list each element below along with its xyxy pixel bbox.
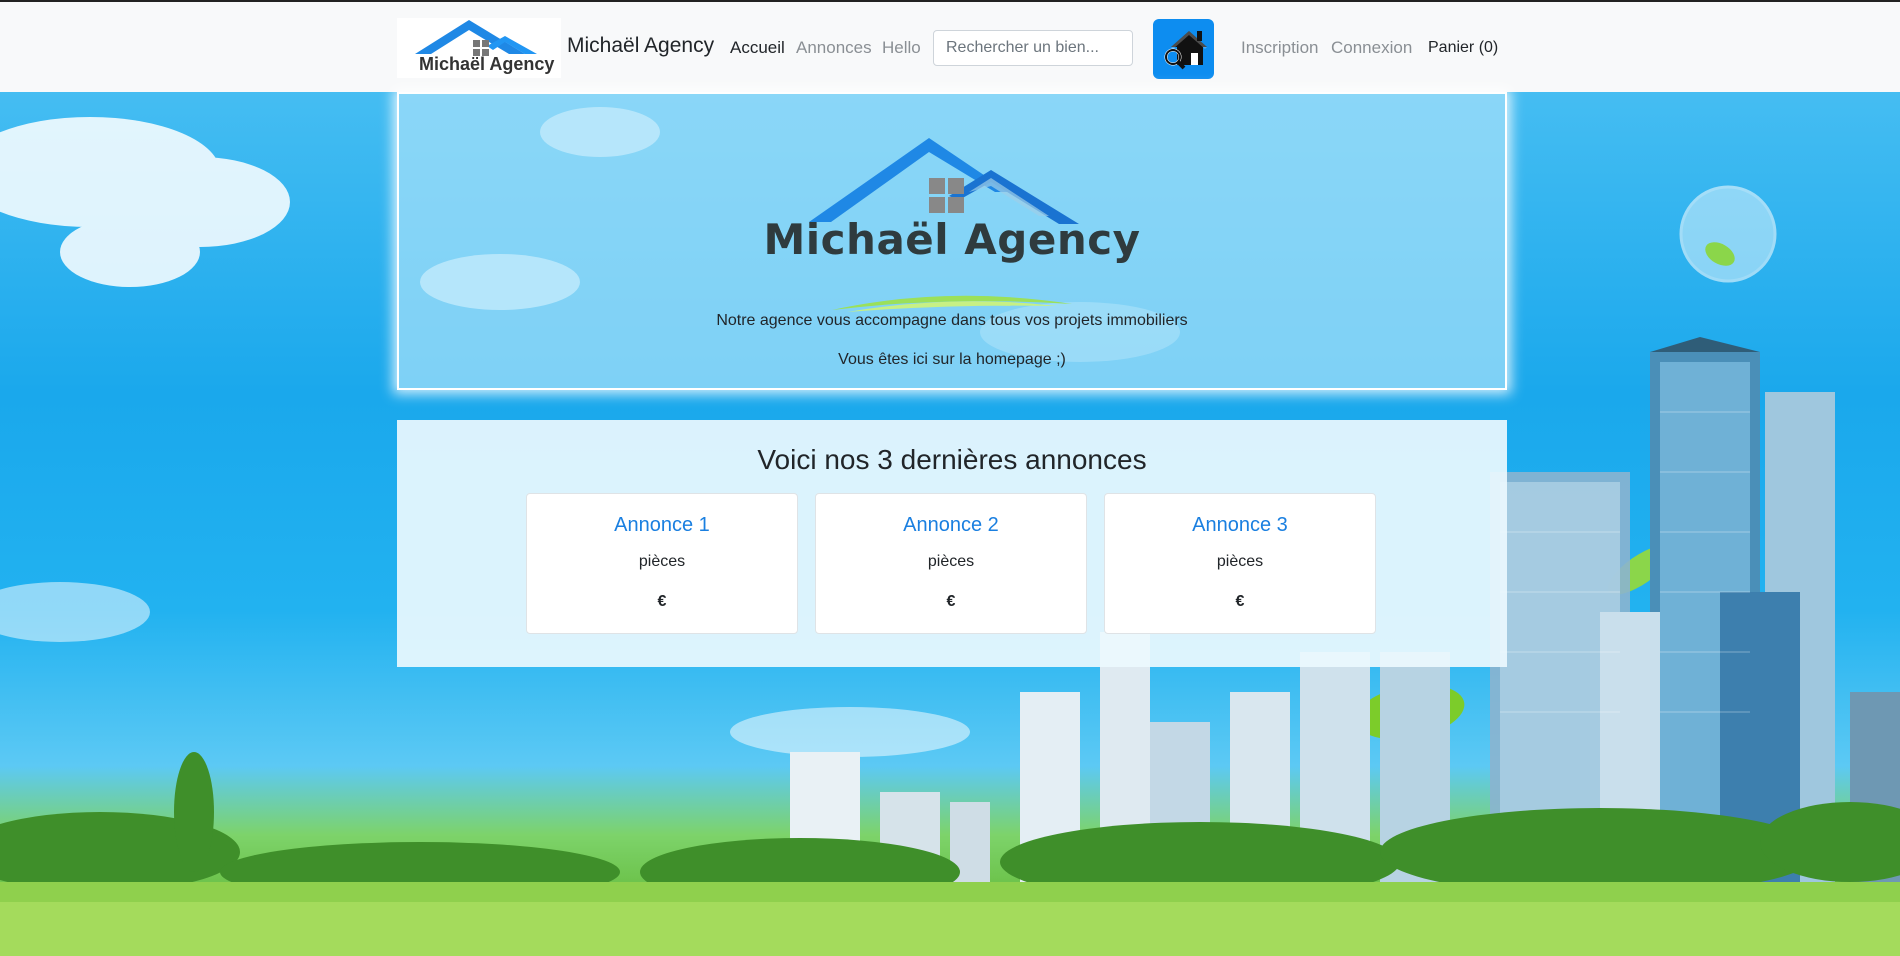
listing-card-rooms: pièces <box>638 553 686 570</box>
search-button[interactable] <box>1153 19 1214 79</box>
house-search-icon <box>1164 31 1207 70</box>
listing-card[interactable]: Annonce 2 pièces € <box>815 493 1087 634</box>
listing-card-price: € <box>657 593 667 610</box>
listing-card-title[interactable]: Annonce 1 <box>527 514 797 537</box>
brand-name[interactable]: Michaël Agency <box>567 34 714 58</box>
jumbotron-title: Michaël Agency <box>763 215 1141 264</box>
nav-link-cart[interactable]: Panier (0) <box>1428 39 1498 57</box>
nav-link-listings[interactable]: Annonces <box>796 38 872 58</box>
jumbotron-tagline: Notre agence vous accompagne dans tous v… <box>716 312 1188 329</box>
latest-listings-panel: Voici nos 3 dernières annonces Annonce 1… <box>397 420 1507 667</box>
listing-card-title[interactable]: Annonce 2 <box>816 514 1086 537</box>
brand-logo[interactable]: Michaël Agency <box>397 18 561 78</box>
nav-link-login[interactable]: Connexion <box>1331 38 1412 58</box>
jumbotron-subtext: Vous êtes ici sur la homepage ;) <box>838 351 1066 368</box>
listing-card[interactable]: Annonce 1 pièces € <box>526 493 798 634</box>
brand-logo-text: Michaël Agency <box>419 54 555 74</box>
search-input[interactable] <box>933 30 1133 66</box>
nav-link-hello[interactable]: Hello <box>882 38 921 58</box>
navbar: Michaël Agency Michaël Agency Accueil An… <box>0 2 1900 92</box>
listing-card-rooms: pièces <box>1216 553 1264 570</box>
jumbotron: Michaël Agency Notre agence vous accompa… <box>397 92 1507 390</box>
listings-heading: Voici nos 3 dernières annonces <box>757 444 1147 475</box>
nav-link-register[interactable]: Inscription <box>1241 38 1318 58</box>
listing-card-price: € <box>1235 593 1245 610</box>
listing-card-title[interactable]: Annonce 3 <box>1105 514 1375 537</box>
listing-card-rooms: pièces <box>927 553 975 570</box>
nav-link-home[interactable]: Accueil <box>730 38 785 58</box>
listing-card-price: € <box>946 593 956 610</box>
listing-card[interactable]: Annonce 3 pièces € <box>1104 493 1376 634</box>
